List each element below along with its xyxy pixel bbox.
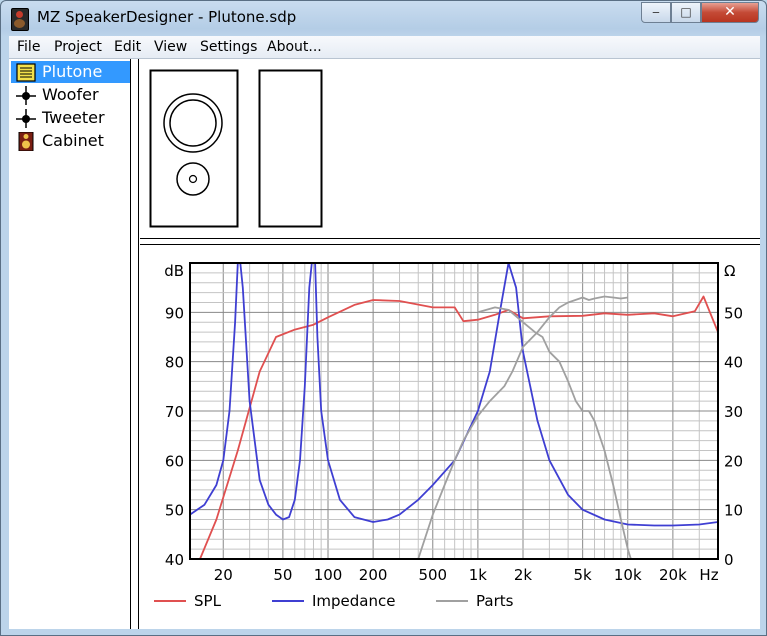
speaker-app-icon[interactable] [11, 8, 29, 31]
preview-divider[interactable] [140, 238, 760, 239]
minimize-button[interactable]: ‒ [641, 2, 671, 23]
project-tree: Plutone Woofer Tweeter Cabinet [9, 59, 131, 629]
woofer-cone [169, 99, 217, 147]
y-right-tick-label: 40 [724, 354, 743, 372]
tweeter-outline [176, 162, 210, 196]
speaker-cabinet-icon [18, 132, 34, 151]
splitter[interactable] [138, 59, 139, 629]
y-right-tick-label: 0 [724, 551, 734, 569]
tree-item-woofer[interactable]: Woofer [11, 84, 130, 106]
y-left-tick-label: 40 [165, 551, 184, 569]
x-tick-label: 1k [469, 566, 488, 584]
close-button[interactable]: ✕ [701, 2, 759, 23]
legend-label: Parts [476, 592, 514, 610]
x-tick-label: 500 [418, 566, 447, 584]
tree-item-label: Cabinet [42, 131, 104, 150]
woofer-outline [163, 93, 223, 153]
legend-label: Impedance [312, 592, 395, 610]
x-tick-label: 100 [314, 566, 343, 584]
driver-node-icon [16, 86, 36, 105]
y-left-tick-label: 60 [165, 452, 184, 470]
menu-edit[interactable]: Edit [114, 39, 141, 55]
legend-label: SPL [194, 592, 222, 610]
window-title: MZ SpeakerDesigner - Plutone.sdp [37, 8, 297, 26]
tree-item-tweeter[interactable]: Tweeter [11, 107, 130, 129]
y-right-tick-label: 30 [724, 403, 743, 421]
y-right-tick-label: 20 [724, 452, 743, 470]
y-right-axis-label: Ω [724, 262, 735, 280]
cabinet-preview [140, 59, 760, 239]
menu-about[interactable]: About... [267, 39, 322, 55]
tree-item-cabinet[interactable]: Cabinet [11, 130, 130, 152]
menu-bar: File Project Edit View Settings About... [9, 36, 760, 59]
tweeter-dome [188, 174, 198, 184]
y-left-axis-label: dB [164, 262, 184, 280]
client-area: Plutone Woofer Tweeter Cabinet 20 50 100… [9, 59, 760, 629]
x-tick-label: 20k [659, 566, 687, 584]
tree-item-label: Plutone [42, 62, 103, 81]
project-icon [16, 63, 36, 82]
y-left-tick-label: 50 [165, 502, 184, 520]
x-tick-label: 20 [214, 566, 233, 584]
series-line-parts-2 [477, 306, 632, 559]
menu-project[interactable]: Project [54, 39, 102, 55]
x-tick-label: 50 [273, 566, 292, 584]
driver-node-icon [16, 109, 36, 128]
x-tick-label: 10k [614, 566, 642, 584]
x-unit-label: Hz [699, 566, 718, 584]
x-tick-label: 200 [359, 566, 388, 584]
cabinet-drawing [149, 69, 323, 228]
menu-settings[interactable]: Settings [200, 39, 257, 55]
tree-item-label: Tweeter [42, 108, 105, 127]
menu-file[interactable]: File [17, 39, 40, 55]
x-tick-label: 5k [574, 566, 593, 584]
cabinet-side-view [258, 69, 323, 228]
menu-view[interactable]: View [154, 39, 187, 55]
y-right-tick-label: 50 [724, 304, 743, 322]
tree-item-label: Woofer [42, 85, 99, 104]
y-left-tick-label: 90 [165, 304, 184, 322]
x-tick-label: 2k [514, 566, 533, 584]
title-bar[interactable]: MZ SpeakerDesigner - Plutone.sdp ‒ □ ✕ [1, 1, 766, 35]
chart-canvas: 20 50 100 200 500 1k 2k 5k 10k 20k Hz 40 50 60 70 80 90 0… [154, 262, 743, 610]
tree-item-plutone[interactable]: Plutone [11, 61, 130, 83]
maximize-button[interactable]: □ [671, 2, 701, 23]
frequency-response-graph: 20 50 100 200 500 1k 2k 5k 10k 20k Hz 40 50 60 70 80 90 0… [140, 245, 760, 629]
y-left-tick-label: 70 [165, 403, 184, 421]
app-window: MZ SpeakerDesigner - Plutone.sdp ‒ □ ✕ F… [0, 0, 767, 636]
y-right-tick-label: 10 [724, 502, 743, 520]
y-left-tick-label: 80 [165, 354, 184, 372]
